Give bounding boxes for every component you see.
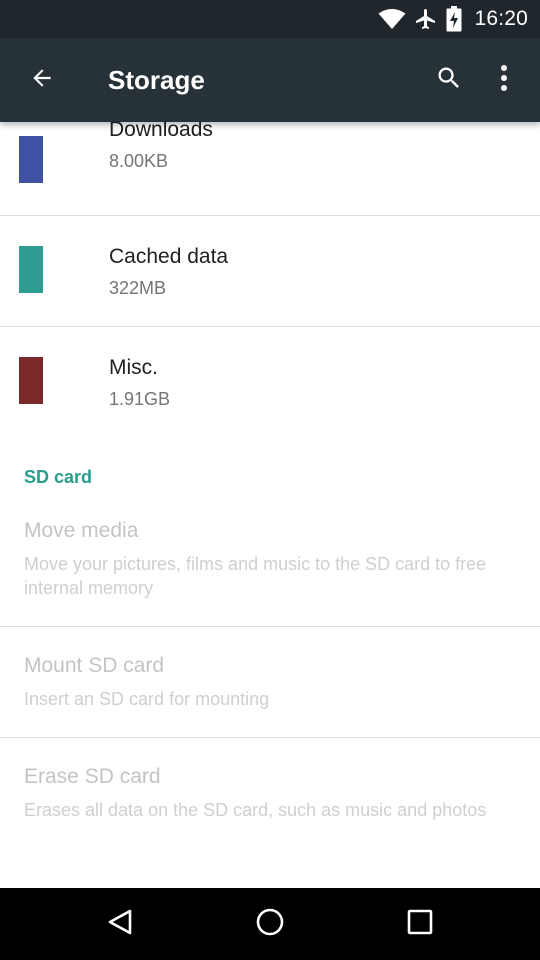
nav-back-button[interactable] — [92, 900, 148, 948]
storage-item-size: 8.00KB — [109, 151, 169, 171]
erase-sd-card-item[interactable]: Erase SD card Erases all data on the SD … — [0, 738, 540, 888]
storage-item-misc[interactable]: Misc. 1.91GB — [0, 327, 540, 437]
page-title: Storage — [108, 65, 205, 95]
status-bar: 16:20 — [0, 0, 540, 38]
pref-summary: Insert an SD card for mounting — [24, 689, 270, 709]
back-button[interactable] — [18, 56, 66, 104]
sd-card-section-header: SD card — [24, 467, 93, 487]
app-bar: Storage — [0, 38, 540, 122]
nav-recents-button[interactable] — [392, 900, 448, 948]
battery-charging-icon — [446, 6, 462, 32]
pref-title: Erase SD card — [24, 765, 161, 788]
search-icon — [435, 64, 463, 97]
more-options-button[interactable] — [480, 56, 528, 104]
pref-summary: Move your pictures, films and music to t… — [24, 554, 487, 598]
storage-settings-screen: 16:20 Storage Downloads 8.00KB Cached da… — [0, 0, 540, 960]
search-button[interactable] — [425, 56, 473, 104]
storage-item-size: 1.91GB — [109, 389, 171, 409]
status-icons: 16:20 — [370, 0, 528, 38]
back-arrow-icon — [29, 65, 55, 96]
settings-list[interactable]: Downloads 8.00KB Cached data 322MB Misc.… — [0, 122, 540, 888]
pref-summary: Erases all data on the SD card, such as … — [24, 800, 487, 820]
storage-item-cached-data[interactable]: Cached data 322MB — [0, 216, 540, 326]
recents-square-icon — [407, 909, 433, 940]
back-triangle-icon — [106, 908, 134, 941]
navigation-bar — [0, 888, 540, 960]
more-vert-icon — [500, 64, 508, 97]
downloads-color-swatch — [19, 136, 43, 183]
storage-item-label: Cached data — [109, 245, 229, 268]
status-time: 16:20 — [474, 7, 528, 30]
cached-data-color-swatch — [19, 246, 43, 293]
move-media-item[interactable]: Move media Move your pictures, films and… — [0, 502, 540, 626]
nav-home-button[interactable] — [242, 900, 298, 948]
pref-title: Move media — [24, 519, 139, 542]
wifi-icon — [378, 8, 406, 30]
pref-title: Mount SD card — [24, 654, 165, 677]
storage-item-downloads[interactable]: Downloads 8.00KB — [0, 122, 540, 216]
airplane-mode-icon — [414, 7, 438, 31]
home-circle-icon — [255, 907, 285, 942]
storage-item-size: 322MB — [109, 278, 167, 298]
storage-item-label: Misc. — [109, 356, 158, 379]
misc-color-swatch — [19, 357, 43, 404]
storage-item-label: Downloads — [109, 122, 213, 141]
mount-sd-card-item[interactable]: Mount SD card Insert an SD card for moun… — [0, 627, 540, 737]
